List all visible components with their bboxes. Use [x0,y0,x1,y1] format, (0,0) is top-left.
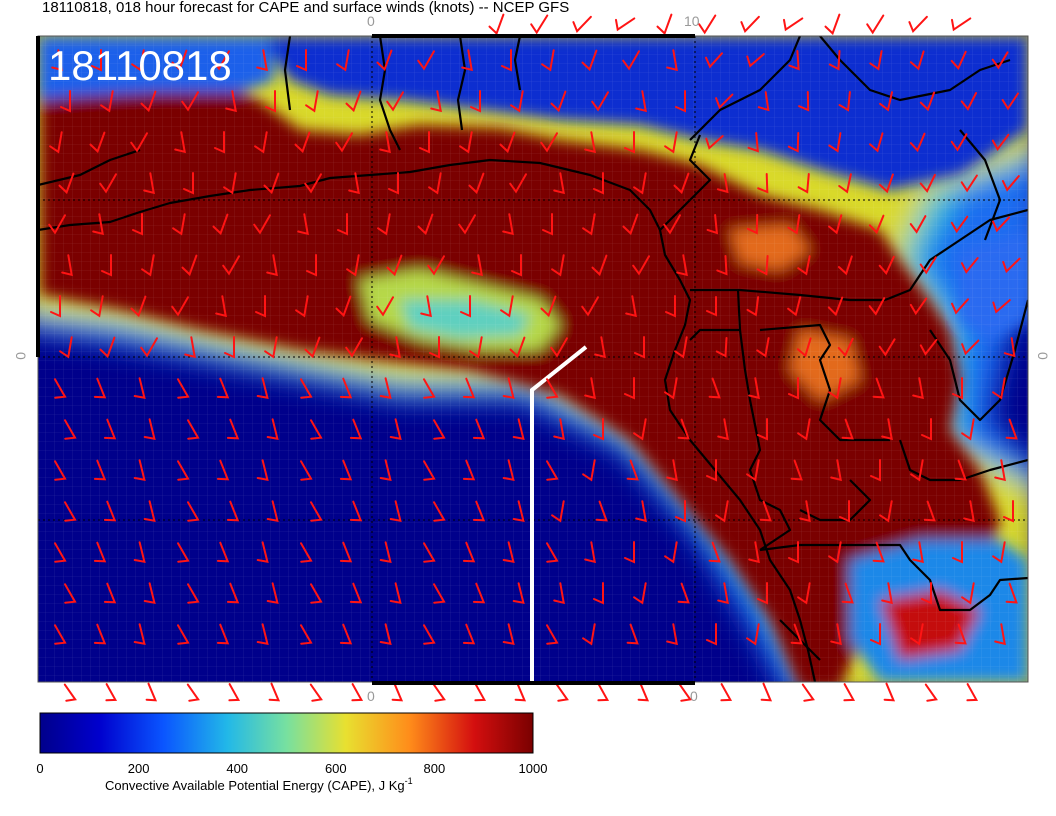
wind-barb [63,683,77,702]
wind-barb [801,683,815,702]
axis-label-bottom-left: 0 [367,688,375,704]
wind-barb [678,683,692,702]
wind-barb [597,683,610,702]
colorbar-ticks: 0 200 400 600 800 1000 [36,761,547,776]
wind-barb [720,683,733,702]
wind-barbs-top-margin [488,13,972,36]
wind-barb [883,682,896,702]
colorbar-tick-label: 1000 [519,761,548,776]
colorbar-gradient [39,712,534,754]
colorbar-label-text: Convective Available Potential Energy (C… [105,778,405,793]
wind-barb [866,14,885,35]
wind-barb [824,13,841,36]
colorbar-tick-label: 0 [36,761,43,776]
wind-barb [740,15,760,34]
colorbar-tick-label: 400 [226,761,248,776]
wind-barb [391,682,404,702]
axis-label-bottom-right: 0 [690,688,698,704]
figure-title: 18110818, 018 hour forecast for CAPE and… [42,0,569,16]
wind-barb [637,682,650,702]
wind-barb [474,683,487,702]
wind-barbs-bottom-margin [63,682,979,702]
wind-barb [760,682,773,702]
colorbar-label-sup: -1 [405,776,413,786]
wind-barb [145,682,158,702]
wind-barb [514,682,527,702]
axis-label-top-left: 0 [367,13,375,29]
colorbar-tick-label: 200 [128,761,150,776]
wind-barb [186,683,200,702]
wind-barb [966,683,979,702]
wind-barb [908,15,928,34]
colorbar-tick-label: 600 [325,761,347,776]
wind-barb [555,683,569,702]
wind-barb [615,17,636,32]
wind-barb [105,683,118,702]
wind-barb [530,14,549,35]
colorbar-label: Convective Available Potential Energy (C… [105,776,413,793]
wind-barb [432,683,446,702]
wind-barb [228,683,241,702]
axis-label-top-right: 10 [684,13,700,29]
colorbar: 0 200 400 600 800 1000 Convective Available P… [36,712,547,793]
wind-barb [783,17,804,32]
cape-forecast-figure: 18110818, 018 hour forecast for CAPE and… [13,0,1051,793]
wind-barb [951,17,972,32]
wind-barb [843,683,856,702]
colorbar-tick-label: 800 [424,761,446,776]
cape-map [38,36,1028,682]
wind-barb [656,13,673,36]
wind-barb [488,13,505,36]
wind-barb [572,15,592,34]
forecast-stamp: 18110818 [48,42,232,89]
wind-barb [268,682,281,702]
wind-barb [309,683,323,702]
wind-barb [698,14,717,35]
axis-label-left-mid: 0 [13,352,29,360]
wind-barb [351,683,364,702]
axis-label-right-mid: 0 [1035,352,1051,360]
wind-barb [924,683,938,702]
